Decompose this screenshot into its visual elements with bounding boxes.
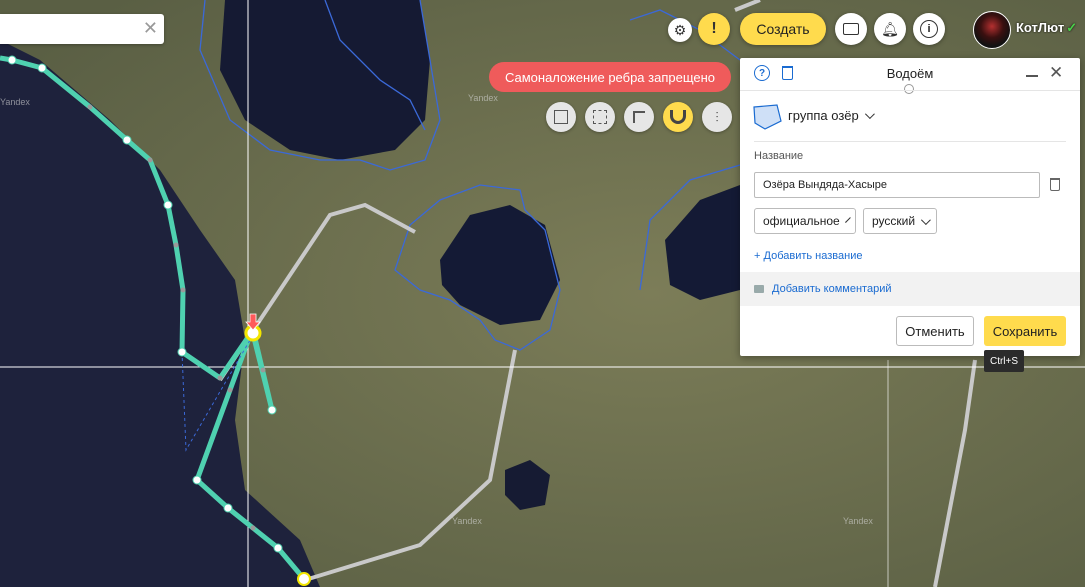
name-language-label: русский <box>872 214 916 228</box>
magnet-tool[interactable] <box>663 102 693 132</box>
delete-name-icon[interactable] <box>1050 178 1060 191</box>
name-field-value: Озёра Вындяда-Хасыре <box>763 179 887 191</box>
save-button[interactable]: Сохранить <box>984 316 1066 346</box>
sliders-icon: ⫶ <box>715 108 719 125</box>
check-icon: ✓ <box>1066 20 1078 35</box>
name-section-label: Название <box>754 150 804 162</box>
exclamation-icon: ! <box>711 20 717 37</box>
search-box[interactable]: ✕ <box>0 14 164 44</box>
close-panel-icon[interactable]: ✕ <box>1049 63 1063 83</box>
name-field[interactable]: Озёра Вындяда-Хасыре <box>754 172 1040 198</box>
cancel-button[interactable]: Отменить <box>896 316 974 346</box>
info-icon: i <box>920 20 938 38</box>
chevron-down-icon <box>921 214 931 225</box>
info-button[interactable]: i <box>913 13 945 45</box>
alert-button[interactable]: ! <box>698 13 730 45</box>
add-name-label: Добавить название <box>763 250 863 262</box>
name-type-select[interactable]: официальное <box>754 208 856 234</box>
chat-button[interactable] <box>835 13 867 45</box>
panel-divider <box>754 141 1066 142</box>
panel-divider <box>740 90 1080 91</box>
bell-icon: 🔔︎ <box>881 20 899 37</box>
map-watermark: Yandex <box>843 516 873 526</box>
magnet-icon <box>670 110 686 124</box>
category-label: группа озёр <box>788 108 859 123</box>
object-editor-panel: ? Водоём ✕ группа озёр Название Озёра Вы… <box>740 58 1080 356</box>
settings-button[interactable]: ⚙ <box>668 18 692 42</box>
add-comment-label: Добавить комментарий <box>772 283 892 295</box>
comment-bar[interactable]: Добавить комментарий <box>740 272 1080 306</box>
comment-icon <box>754 285 764 293</box>
avatar[interactable] <box>973 11 1011 49</box>
chat-icon <box>843 23 859 35</box>
add-name-link[interactable]: + Добавить название <box>754 250 862 262</box>
notifications-button[interactable]: 🔔︎ <box>874 13 906 45</box>
create-button[interactable]: Создать <box>740 13 826 45</box>
map-watermark: Yandex <box>468 93 498 103</box>
corner-icon <box>633 111 645 123</box>
select-area-icon <box>593 110 607 124</box>
plus-icon: + <box>754 250 761 262</box>
map-watermark: Yandex <box>0 97 30 107</box>
start-vertex[interactable] <box>297 572 311 586</box>
error-toast: Самоналожение ребра запрещено <box>489 62 731 92</box>
user-name-label: КотЛют <box>1016 20 1065 35</box>
panel-title: Водоём <box>886 66 934 81</box>
corner-tool[interactable] <box>624 102 654 132</box>
add-shape-icon <box>554 110 568 124</box>
minimize-icon[interactable] <box>1026 75 1038 77</box>
add-shape-tool[interactable] <box>546 102 576 132</box>
map-watermark: Yandex <box>452 516 482 526</box>
category-select[interactable]: группа озёр <box>788 108 875 123</box>
user-name[interactable]: КотЛют ✓ <box>1016 20 1077 36</box>
name-type-label: официальное <box>763 214 840 228</box>
save-tooltip: Ctrl+S <box>984 350 1024 372</box>
select-area-tool[interactable] <box>585 102 615 132</box>
water-polygon-icon <box>753 104 782 130</box>
sliders-tool[interactable]: ⫶ <box>702 102 732 132</box>
gear-icon: ⚙ <box>673 21 687 38</box>
chevron-down-icon <box>864 109 875 120</box>
search-input[interactable] <box>6 19 140 41</box>
name-language-select[interactable]: русский <box>863 208 937 234</box>
chevron-down-icon <box>844 216 851 223</box>
resize-handle-icon[interactable] <box>904 84 914 94</box>
close-icon[interactable]: ✕ <box>143 18 158 39</box>
